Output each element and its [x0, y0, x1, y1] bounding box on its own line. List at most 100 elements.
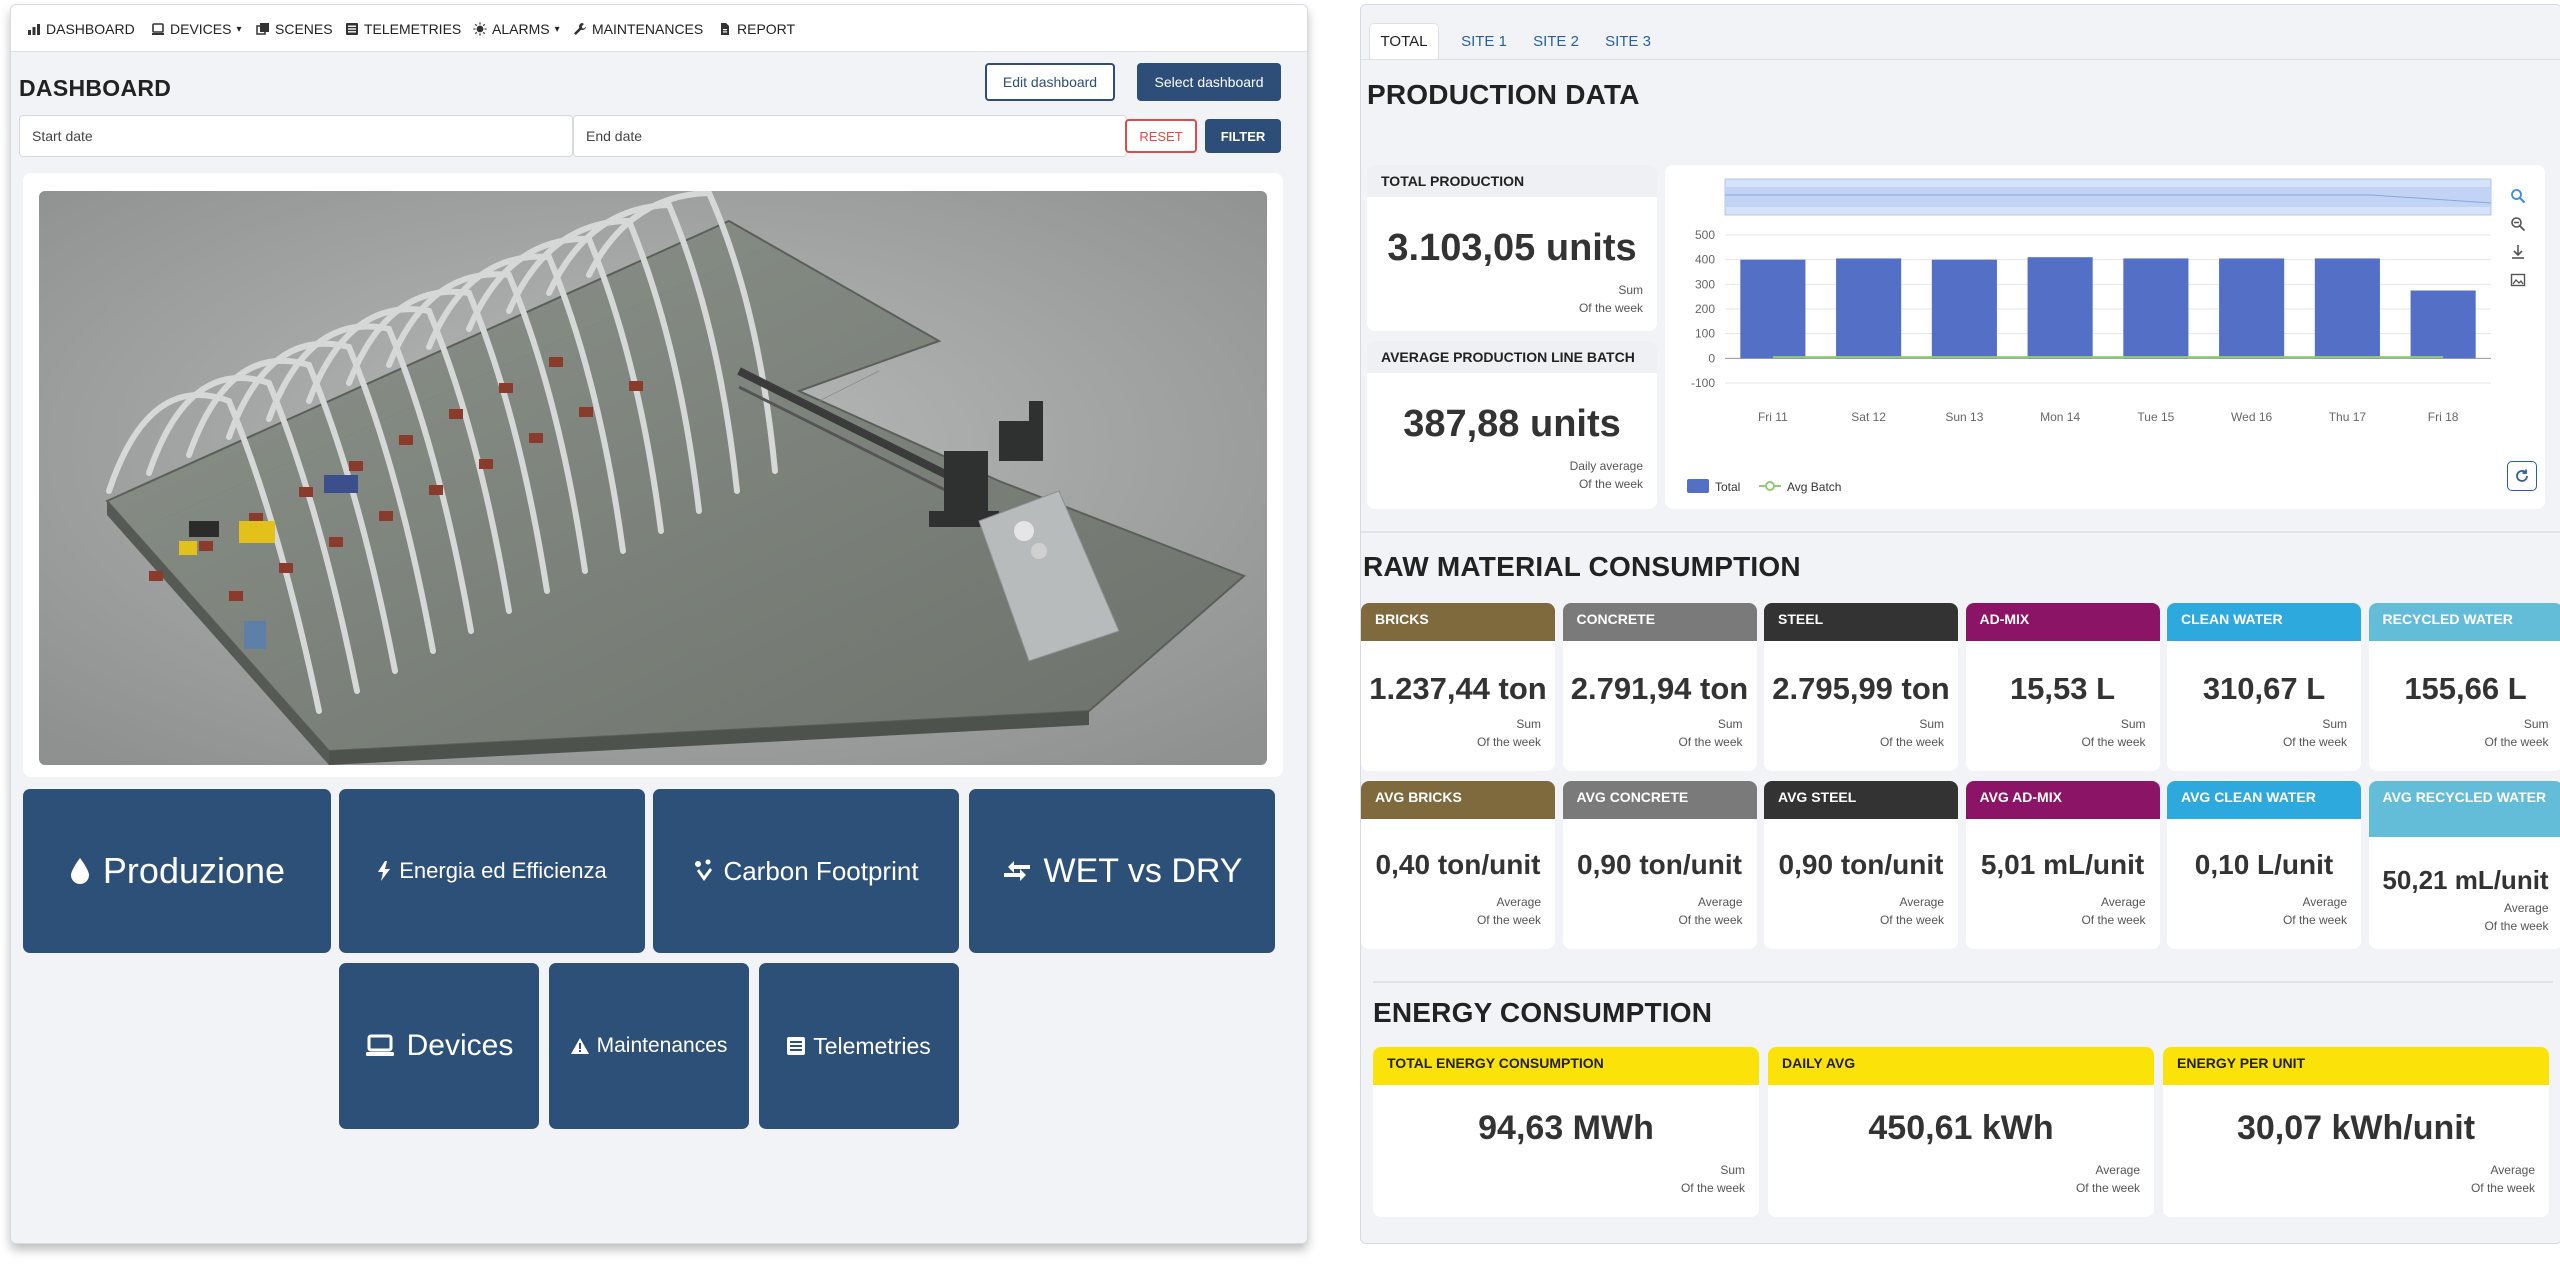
produzione-label: Produzione	[102, 850, 286, 891]
nav-scenes-label: SCENES	[275, 21, 333, 37]
produzione-tile[interactable]: Produzione	[23, 789, 331, 953]
site-tabs: TOTAL SITE 1 SITE 2 SITE 3	[1361, 5, 2560, 60]
kpi-card-head: TOTAL ENERGY CONSUMPTION	[1373, 1047, 1759, 1085]
wet-vs-dry-tile[interactable]: WET vs DRY	[969, 789, 1275, 953]
chart-zoom-window	[1725, 187, 2491, 207]
devices-label: Devices	[406, 1029, 514, 1062]
production-chart-card: 500 400 300 200 100 0 -100 Fri 11 Sat 12 Sun 13 Mo…	[1665, 165, 2545, 509]
kpi-card-sub1: Sum	[2120, 717, 2146, 731]
chart-x-tick-label: Fri 11	[1758, 410, 1788, 424]
nav-maintenances[interactable]: MAINTENANCES	[573, 19, 703, 39]
total-production-sub2: Of the week	[1578, 301, 1643, 315]
warning-icon	[570, 1038, 589, 1054]
chart-bar	[2410, 290, 2476, 359]
download-icon[interactable]	[2507, 241, 2529, 263]
bolt-icon	[378, 861, 391, 881]
kpi-card: CONCRETE 2.791,94 ton Sum Of the week	[1562, 603, 1757, 771]
compare-arrows-icon	[1003, 861, 1030, 881]
factory-3d-model[interactable]	[39, 191, 1267, 765]
kpi-card-sub2: Of the week	[2282, 735, 2347, 749]
section-divider	[1361, 531, 2560, 533]
chart-x-tick-label: Sat 12	[1851, 410, 1886, 424]
zoom-reset-icon[interactable]	[2507, 213, 2529, 235]
tab-total[interactable]: TOTAL	[1369, 23, 1439, 59]
telemetries-tile[interactable]: Telemetries	[759, 963, 959, 1129]
total-production-card: TOTAL PRODUCTION 3.103,05 units Sum Of t…	[1367, 165, 1657, 331]
nav-telemetries[interactable]: TELEMETRIES	[345, 19, 461, 39]
kpi-card-sub1: Average	[1496, 895, 1541, 909]
reset-button[interactable]: RESET	[1125, 119, 1197, 153]
kpi-card-head: ENERGY PER UNIT	[2163, 1047, 2549, 1085]
kpi-card-value: 2.795,99 ton	[1772, 671, 1950, 706]
start-date-input[interactable]: Start date	[19, 115, 573, 157]
kpi-card-value: 0,10 L/unit	[2194, 849, 2334, 880]
maintenances-label: Maintenances	[596, 1034, 728, 1057]
kpi-card-sub1: Sum	[2322, 717, 2347, 731]
kpi-card-value: 0,40 ton/unit	[1375, 849, 1541, 880]
chart-legend-marker-avg-batch	[1765, 481, 1775, 491]
kpi-card-sub1: Sum	[1720, 1163, 1745, 1177]
kpi-card-sub1: Sum	[1516, 717, 1541, 731]
laptop-icon	[365, 1034, 394, 1056]
kpi-card-sub2: Of the week	[2470, 1181, 2535, 1195]
nav-dashboard[interactable]: DASHBOARD	[27, 19, 135, 39]
kpi-card-value: 310,67 L	[2202, 671, 2326, 706]
section-divider	[1373, 981, 2553, 983]
kpi-card-value: 94,63 MWh	[1478, 1109, 1654, 1147]
kpi-card: CLEAN WATER 310,67 L Sum Of the week	[2167, 603, 2361, 771]
select-dashboard-button[interactable]: Select dashboard	[1137, 63, 1281, 101]
refresh-button[interactable]	[2507, 461, 2537, 491]
scenes-icon	[256, 23, 269, 35]
kpi-card-head: BRICKS	[1361, 603, 1555, 641]
maintenances-tile[interactable]: Maintenances	[549, 963, 749, 1129]
footprint-icon	[695, 859, 713, 881]
total-production-head: TOTAL PRODUCTION	[1367, 165, 1657, 197]
chart-bar	[2219, 258, 2285, 359]
kpi-card-sub2: Of the week	[1476, 913, 1541, 927]
kpi-card-sub2: Of the week	[1678, 913, 1743, 927]
kpi-card: AVG CLEAN WATER 0,10 L/unit Average Of the …	[2167, 781, 2361, 949]
edit-dashboard-button[interactable]: Edit dashboard	[985, 63, 1115, 101]
kpi-card-value: 2.791,94 ton	[1570, 671, 1749, 706]
kpi-card-sub1: Average	[2101, 895, 2146, 909]
chart-x-tick-label: Sun 13	[1945, 410, 1983, 424]
kpi-card-sub2: Of the week	[1879, 913, 1944, 927]
kpi-card-head: AD-MIX	[1965, 603, 2160, 641]
chart-bar	[1836, 258, 1902, 359]
nav-telemetries-label: TELEMETRIES	[364, 21, 462, 37]
end-date-input[interactable]: End date	[573, 115, 1127, 157]
tab-site-2[interactable]: SITE 2	[1521, 23, 1591, 59]
alarm-icon	[473, 22, 487, 36]
wet-vs-dry-label: WET vs DRY	[1043, 851, 1243, 890]
kpi-card-value: 1.237,44 ton	[1369, 671, 1547, 706]
kpi-card: TOTAL ENERGY CONSUMPTION 94,63 MWh Sum Of t…	[1373, 1047, 1759, 1217]
kpi-card-sub1: Sum	[1919, 717, 1944, 731]
kpi-card-head: CONCRETE	[1562, 603, 1757, 641]
right-production-window: TOTAL SITE 1 SITE 2 SITE 3 PRODUCTION DA…	[1360, 4, 2560, 1244]
zoom-select-icon[interactable]	[2507, 185, 2529, 207]
kpi-card-sub2: Of the week	[2081, 913, 2146, 927]
energia-tile[interactable]: Energia ed Efficienza	[339, 789, 645, 953]
chart-bar	[2314, 258, 2380, 359]
kpi-card: DAILY AVG 450,61 kWh Average Of the week	[1768, 1047, 2154, 1217]
tab-site-3[interactable]: SITE 3	[1593, 23, 1663, 59]
image-export-icon[interactable]	[2507, 269, 2529, 291]
kpi-card-sub1: Average	[1698, 895, 1743, 909]
chart-x-tick-label: Tue 15	[2137, 410, 2174, 424]
devices-tile[interactable]: Devices	[339, 963, 539, 1129]
kpi-card-sub1: Sum	[1717, 717, 1743, 731]
nav-devices[interactable]: DEVICES ▾	[151, 19, 242, 39]
average-production-head: AVERAGE PRODUCTION LINE BATCH	[1367, 341, 1657, 373]
kpi-card-value: 15,53 L	[2009, 671, 2116, 706]
kpi-card-sub2: Of the week	[2081, 735, 2146, 749]
filter-button[interactable]: FILTER	[1205, 119, 1281, 153]
kpi-card-value: 0,90 ton/unit	[1778, 849, 1944, 880]
nav-scenes[interactable]: SCENES	[256, 19, 333, 39]
nav-alarms[interactable]: ALARMS ▾	[473, 19, 560, 39]
energy-consumption-title: ENERGY CONSUMPTION	[1373, 997, 1713, 1028]
carbon-footprint-tile[interactable]: Carbon Footprint	[653, 789, 959, 953]
drop-icon	[70, 858, 89, 884]
nav-report[interactable]: REPORT	[718, 19, 795, 39]
kpi-card: STEEL 2.795,99 ton Sum Of the week	[1764, 603, 1958, 771]
tab-site-1[interactable]: SITE 1	[1449, 23, 1519, 59]
